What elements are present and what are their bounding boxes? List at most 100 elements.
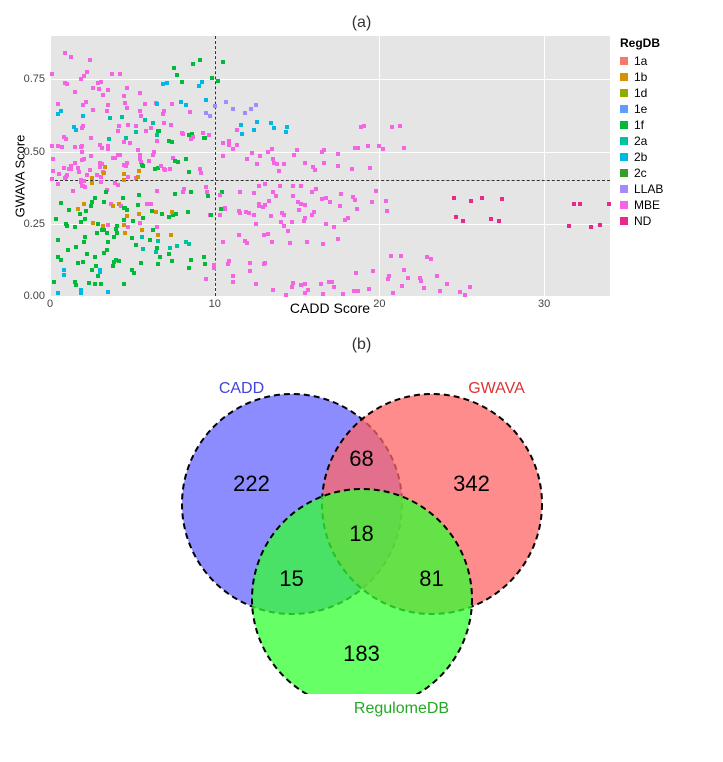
data-point <box>54 217 58 221</box>
data-point <box>240 132 244 136</box>
data-point <box>56 291 60 295</box>
data-point <box>143 102 147 106</box>
data-point <box>269 121 273 125</box>
data-point <box>290 220 294 224</box>
legend-item: 1f <box>620 118 663 132</box>
data-point <box>151 121 155 125</box>
data-point <box>149 126 153 130</box>
data-point <box>140 235 144 239</box>
legend-label: 1f <box>634 118 644 132</box>
data-point <box>52 280 56 284</box>
data-point <box>74 128 78 132</box>
data-point <box>112 235 116 239</box>
data-point <box>81 114 85 118</box>
data-point <box>201 131 205 135</box>
data-point <box>306 288 310 292</box>
data-point <box>227 139 231 143</box>
data-point <box>237 233 241 237</box>
data-point <box>250 151 254 155</box>
data-point <box>104 190 108 194</box>
legend-label: 1b <box>634 70 647 84</box>
panel-b-label: (b) <box>10 336 713 354</box>
data-point <box>221 60 225 64</box>
data-point <box>350 167 354 171</box>
legend-item: 1d <box>620 86 663 100</box>
data-point <box>84 209 88 213</box>
data-point <box>138 153 142 157</box>
data-point <box>303 282 307 286</box>
data-point <box>390 125 394 129</box>
data-point <box>174 212 178 216</box>
data-point <box>158 255 162 259</box>
data-point <box>500 197 504 201</box>
data-point <box>89 154 93 158</box>
data-point <box>156 129 160 133</box>
data-point <box>356 289 360 293</box>
venn-count-gwava: 342 <box>453 471 490 497</box>
data-point <box>286 229 290 233</box>
data-point <box>149 202 153 206</box>
venn-label-gwava: GWAVA <box>468 380 525 398</box>
data-point <box>67 167 71 171</box>
data-point <box>85 252 89 256</box>
data-point <box>249 107 253 111</box>
data-point <box>258 154 262 158</box>
data-point <box>94 264 98 268</box>
data-point <box>90 268 94 272</box>
data-point <box>266 232 270 236</box>
legend-label: 1a <box>634 54 647 68</box>
legend-item: 2c <box>620 166 663 180</box>
data-point <box>480 196 484 200</box>
data-point <box>122 140 126 144</box>
scatter-plot: 01020300.000.250.500.75 GWAVA Score CADD… <box>10 36 713 316</box>
data-point <box>282 162 286 166</box>
data-point <box>454 215 458 219</box>
data-point <box>73 161 77 165</box>
data-point <box>296 200 300 204</box>
data-point <box>122 94 126 98</box>
data-point <box>263 261 267 265</box>
data-point <box>184 240 188 244</box>
data-point <box>212 263 216 267</box>
data-point <box>231 274 235 278</box>
data-point <box>235 143 239 147</box>
data-point <box>221 141 225 145</box>
data-point <box>198 58 202 62</box>
data-point <box>168 167 172 171</box>
data-point <box>137 169 141 173</box>
data-point <box>107 137 111 141</box>
data-point <box>184 157 188 161</box>
data-point <box>138 91 142 95</box>
data-point <box>138 221 142 225</box>
data-point <box>221 240 225 244</box>
y-tick: 0.25 <box>24 218 45 230</box>
venn-count-regulomedb: 183 <box>343 641 380 667</box>
data-point <box>445 282 449 286</box>
legend-swatch <box>620 201 628 209</box>
data-point <box>314 187 318 191</box>
venn-count-gwava-reg: 81 <box>419 566 443 592</box>
data-point <box>175 73 179 77</box>
data-point <box>282 213 286 217</box>
data-point <box>187 266 191 270</box>
data-point <box>297 208 301 212</box>
data-point <box>88 168 92 172</box>
data-point <box>116 183 120 187</box>
legend-swatch <box>620 137 628 145</box>
data-point <box>330 280 334 284</box>
data-point <box>103 165 107 169</box>
data-point <box>156 239 160 243</box>
data-point <box>607 202 611 206</box>
data-point <box>172 66 176 70</box>
data-point <box>165 81 169 85</box>
data-point <box>336 152 340 156</box>
data-point <box>121 196 125 200</box>
data-point <box>245 241 249 245</box>
x-axis-label: CADD Score <box>50 300 610 316</box>
data-point <box>235 128 239 132</box>
data-point <box>50 72 54 76</box>
data-point <box>138 109 142 113</box>
data-point <box>324 222 328 226</box>
data-point <box>261 205 265 209</box>
data-point <box>114 227 118 231</box>
